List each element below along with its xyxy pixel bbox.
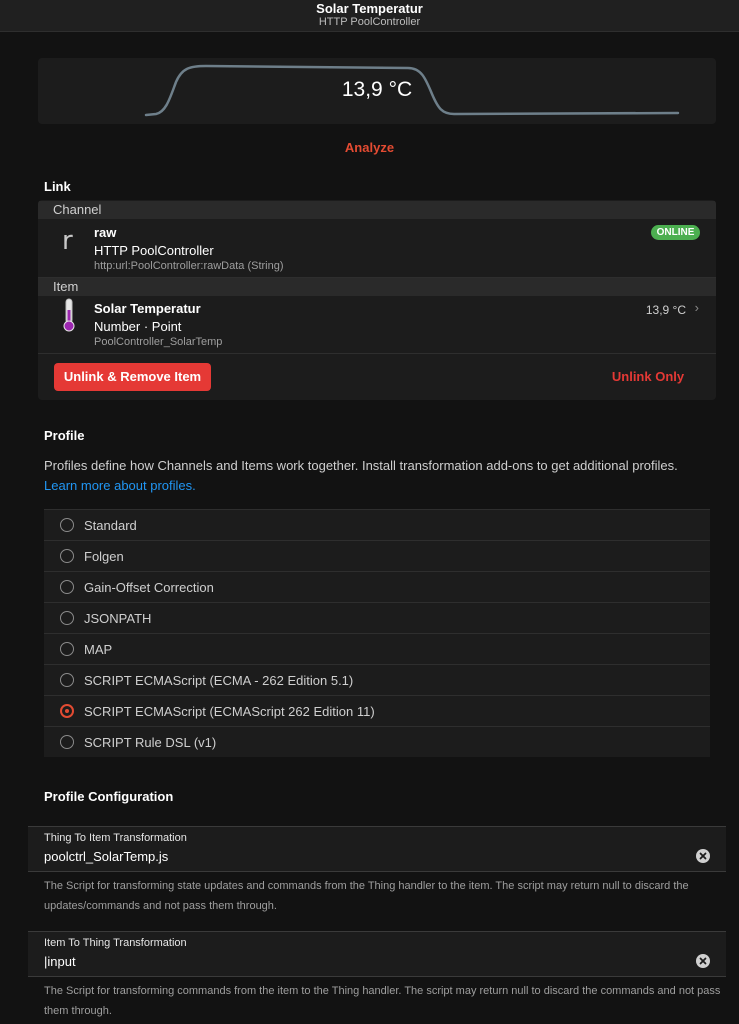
profile-option-label: Folgen <box>84 549 124 564</box>
analyze-link[interactable]: Analyze <box>0 140 739 155</box>
item-title: Solar Temperatur <box>94 301 201 316</box>
profile-option-label: SCRIPT ECMAScript (ECMAScript 262 Editio… <box>84 704 375 719</box>
state-sparkline-card[interactable]: 13,9 °C <box>38 58 716 124</box>
profile-option-script-dsl[interactable]: SCRIPT Rule DSL (v1) <box>44 726 710 757</box>
radio-button[interactable] <box>60 518 74 532</box>
profile-option-map[interactable]: MAP <box>44 633 710 664</box>
radio-button[interactable] <box>60 642 74 656</box>
thing-to-item-input[interactable]: poolctrl_SolarTemp.js <box>44 849 168 864</box>
profile-option-folgen[interactable]: Folgen <box>44 540 710 571</box>
profile-option-script-ecma-5[interactable]: SCRIPT ECMAScript (ECMA - 262 Edition 5.… <box>44 664 710 695</box>
channel-title: raw <box>94 225 117 240</box>
status-badge: ONLINE <box>651 225 700 240</box>
radio-button[interactable] <box>60 735 74 749</box>
profile-option-label: SCRIPT ECMAScript (ECMA - 262 Edition 5.… <box>84 673 354 688</box>
radio-button[interactable] <box>60 580 74 594</box>
divider <box>38 353 716 354</box>
link-section-title: Link <box>44 179 71 194</box>
unlink-only-button[interactable]: Unlink Only <box>598 363 698 391</box>
profile-option-gain-offset[interactable]: Gain-Offset Correction <box>44 571 710 602</box>
field-label: Item To Thing Transformation <box>44 937 187 949</box>
profile-option-standard[interactable]: Standard <box>44 509 710 540</box>
field-help: The Script for transforming state update… <box>44 880 689 912</box>
item-divider: Item <box>38 278 716 296</box>
page-title: Solar Temperatur <box>316 1 423 16</box>
field-label: Thing To Item Transformation <box>44 832 187 844</box>
profile-option-label: Standard <box>84 518 137 533</box>
learn-more-profiles-link[interactable]: Learn more about profiles. <box>44 478 196 493</box>
profile-option-label: MAP <box>84 642 113 657</box>
thermometer-icon <box>63 298 75 332</box>
profile-section-title: Profile <box>44 428 85 443</box>
channel-uid: http:url:PoolController:rawData (String) <box>94 260 284 272</box>
profile-radio-list: Standard Folgen Gain-Offset Correction J… <box>44 509 710 757</box>
channel-subtitle: HTTP PoolController <box>94 243 214 258</box>
page-subtitle: HTTP PoolController <box>318 16 421 28</box>
profile-description: Profiles define how Channels and Items w… <box>44 456 724 496</box>
sparkline-value: 13,9 °C <box>341 78 413 101</box>
radio-button[interactable] <box>60 549 74 563</box>
radio-button[interactable] <box>60 673 74 687</box>
item-subtitle: Number · Point <box>94 319 182 334</box>
navbar: Solar Temperatur HTTP PoolController <box>0 0 739 32</box>
item-name: PoolController_SolarTemp <box>94 336 223 348</box>
profile-option-jsonpath[interactable]: JSONPATH <box>44 602 710 633</box>
profile-config-section-title: Profile Configuration <box>44 789 174 804</box>
channel-icon: r <box>62 226 73 256</box>
item-to-thing-input[interactable]: |input <box>44 954 76 969</box>
radio-button-selected[interactable] <box>60 704 74 718</box>
chevron-right-icon: › <box>694 300 699 315</box>
clear-icon[interactable] <box>696 849 710 863</box>
thing-to-item-field[interactable]: Thing To Item Transformation poolctrl_So… <box>28 826 726 872</box>
profile-option-label: Gain-Offset Correction <box>84 580 214 595</box>
profile-option-label: SCRIPT Rule DSL (v1) <box>84 735 217 750</box>
clear-icon[interactable] <box>696 954 710 968</box>
profile-option-label: JSONPATH <box>84 611 152 626</box>
item-to-thing-field[interactable]: Item To Thing Transformation |input <box>28 931 726 977</box>
profile-option-script-ecma-11[interactable]: SCRIPT ECMAScript (ECMAScript 262 Editio… <box>44 695 710 726</box>
radio-button[interactable] <box>60 611 74 625</box>
link-card: Channel r raw HTTP PoolController http:u… <box>38 200 716 400</box>
channel-divider: Channel <box>38 201 716 219</box>
item-state: 13,9 °C <box>645 303 686 317</box>
profile-description-text: Profiles define how Channels and Items w… <box>44 458 678 473</box>
unlink-remove-item-button[interactable]: Unlink & Remove Item <box>54 363 211 391</box>
field-help: The Script for transforming commands fro… <box>44 985 721 1017</box>
